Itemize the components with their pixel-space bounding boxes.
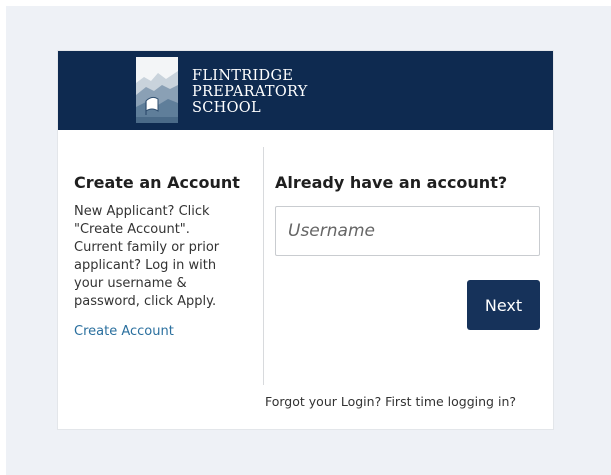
school-name-line3: SCHOOL xyxy=(192,100,261,116)
create-account-link[interactable]: Create Account xyxy=(74,324,254,339)
school-name: FLINTRIDGE PREPARATORY SCHOOL xyxy=(192,68,308,116)
login-card: FLINTRIDGE PREPARATORY SCHOOL Create an … xyxy=(57,50,554,430)
login-heading: Already have an account? xyxy=(275,173,508,192)
create-account-description: New Applicant? Click "Create Account". C… xyxy=(74,204,220,309)
school-logo-icon xyxy=(136,57,178,123)
column-divider xyxy=(263,147,264,385)
school-name-line2: PREPARATORY xyxy=(192,84,308,100)
login-section: Already have an account? Next xyxy=(275,173,541,330)
username-input[interactable] xyxy=(275,206,540,256)
next-button[interactable]: Next xyxy=(467,280,540,330)
create-account-heading: Create an Account xyxy=(74,173,240,192)
forgot-login-link[interactable]: Forgot your Login? First time logging in… xyxy=(265,394,516,409)
school-banner: FLINTRIDGE PREPARATORY SCHOOL xyxy=(58,51,553,130)
school-name-line1: FLINTRIDGE xyxy=(192,68,294,84)
create-account-section: Create an Account New Applicant? Click "… xyxy=(74,173,254,339)
